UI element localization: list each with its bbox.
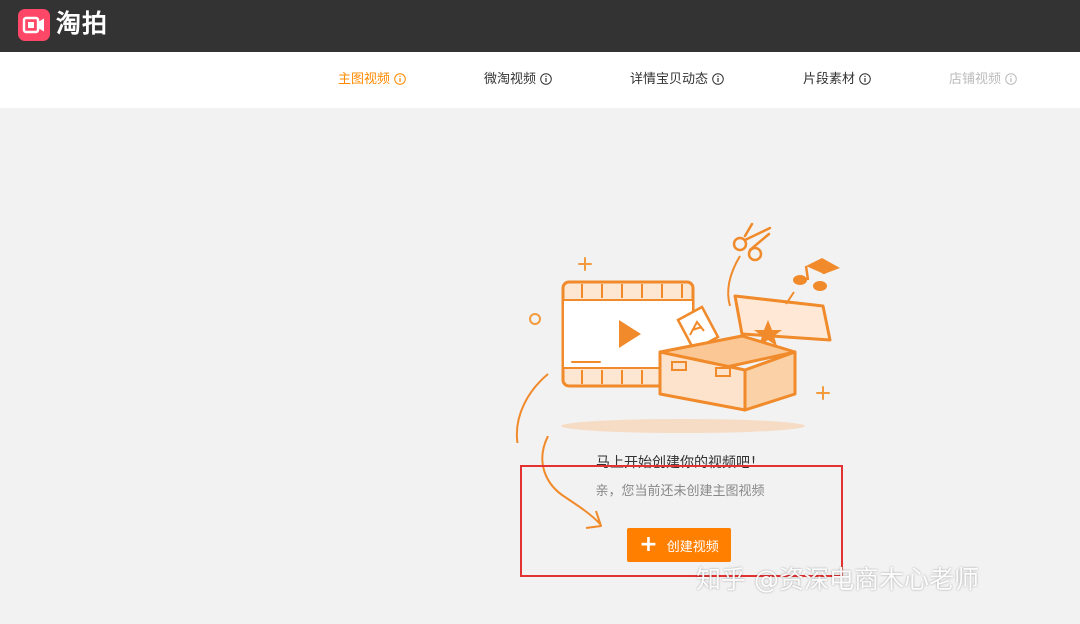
watermark-text: 知乎 @资深电商木心老师 — [696, 565, 979, 594]
tab-bar: 主图视频 微淘视频 详情宝贝动态 片段素材 店铺视频 — [0, 52, 1080, 108]
tab-main-video[interactable]: 主图视频 — [338, 52, 406, 108]
tab-label: 店铺视频 — [949, 72, 1002, 87]
empty-state-illustration-icon — [515, 222, 840, 443]
info-icon[interactable] — [1005, 54, 1017, 110]
tab-label: 主图视频 — [338, 72, 391, 87]
tab-label: 微淘视频 — [484, 72, 537, 87]
tab-label: 详情宝贝动态 — [630, 72, 709, 87]
info-icon[interactable] — [394, 54, 406, 110]
main-content: 马上开始创建你的视频吧！ 亲，您当前还未创建主图视频 + 创建视频 知乎 @资深… — [0, 108, 1080, 624]
tab-label: 片段素材 — [803, 72, 856, 87]
app-name[interactable]: 淘拍 — [56, 6, 108, 42]
tab-store-video[interactable]: 店铺视频 — [949, 52, 1017, 108]
tab-weitao-video[interactable]: 微淘视频 — [484, 52, 552, 108]
tab-clip-material[interactable]: 片段素材 — [803, 52, 871, 108]
taopai-logo-icon[interactable] — [18, 9, 50, 41]
tab-detail-dynamic[interactable]: 详情宝贝动态 — [630, 52, 724, 108]
info-icon[interactable] — [712, 54, 724, 110]
info-icon[interactable] — [859, 54, 871, 110]
info-icon[interactable] — [540, 54, 552, 110]
top-bar: 淘拍 — [0, 0, 1080, 52]
